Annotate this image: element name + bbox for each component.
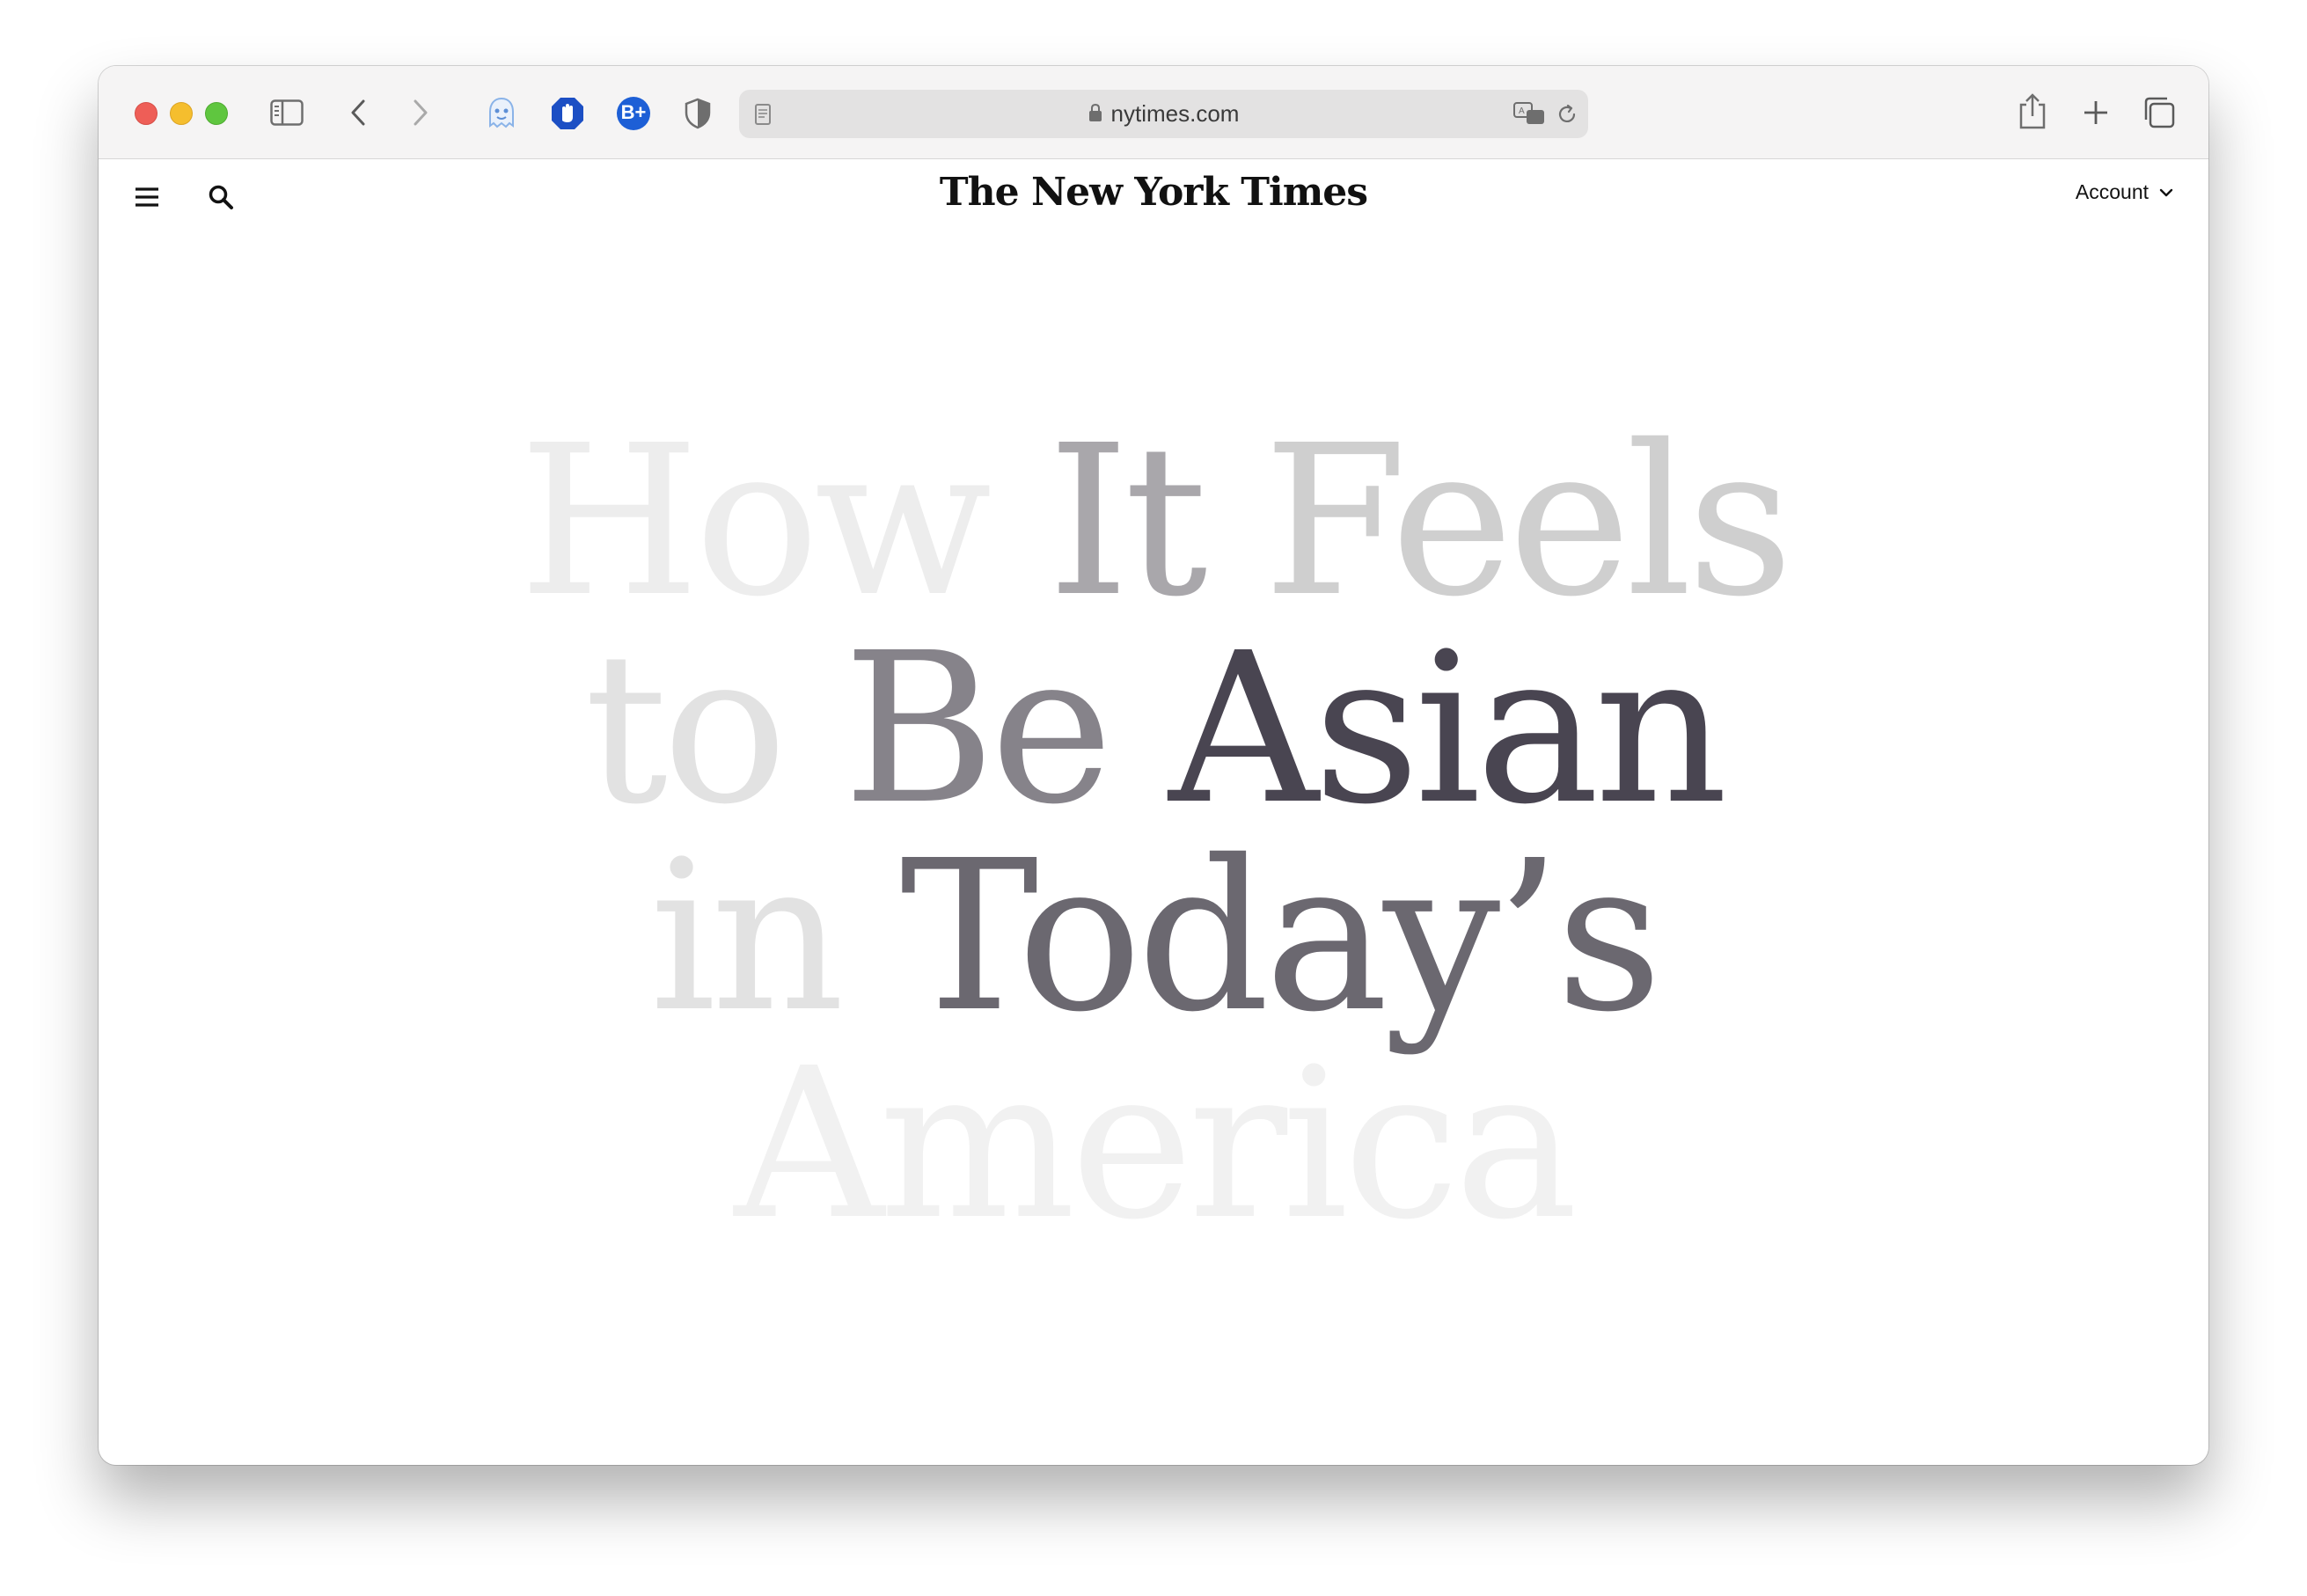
headline-word: Feels (1263, 400, 1794, 642)
headline-word: It (1047, 400, 1208, 642)
reload-icon[interactable] (1554, 101, 1580, 128)
account-menu[interactable]: Account (2076, 180, 2173, 204)
article-headline: How It Feels to Be Asian in Today’s Amer… (99, 418, 2208, 1248)
svg-text:A: A (1519, 106, 1525, 116)
bplus-label: B+ (620, 101, 647, 123)
new-tab-icon[interactable] (2081, 98, 2111, 128)
browser-window: B+ nytimes.com A The New York Times Acco… (99, 66, 2208, 1465)
masthead-logo[interactable]: The New York Times (99, 170, 2208, 215)
adblock-hand-icon[interactable] (549, 95, 586, 132)
translate-icon[interactable]: A (1512, 100, 1547, 127)
headline-line-4: America (99, 1041, 2208, 1248)
ghostery-icon[interactable] (484, 95, 519, 132)
headline-line-2: to Be Asian (99, 626, 2208, 833)
minimize-window-button[interactable] (170, 102, 193, 125)
browser-toolbar: B+ nytimes.com A (99, 66, 2208, 159)
account-label: Account (2075, 180, 2149, 203)
headline-word: Today’s (900, 816, 1662, 1058)
headline-word: to (584, 608, 787, 850)
close-window-button[interactable] (135, 102, 157, 125)
headline-line-1: How It Feels (99, 418, 2208, 626)
headline-word: Be (843, 608, 1113, 850)
lock-icon (1088, 101, 1102, 128)
forward-icon[interactable] (407, 98, 434, 128)
site-header: The New York Times Account (99, 159, 2208, 238)
back-icon[interactable] (345, 98, 371, 128)
chevron-down-icon (2159, 188, 2173, 196)
sidebar-toggle-icon[interactable] (269, 99, 304, 127)
headline-word: How (518, 400, 992, 642)
shield-icon[interactable] (683, 96, 713, 131)
address-url: nytimes.com (1110, 100, 1240, 127)
headline-word: in (649, 816, 845, 1058)
share-icon[interactable] (2017, 91, 2048, 131)
address-bar[interactable]: nytimes.com A (739, 90, 1588, 138)
bplus-icon[interactable]: B+ (615, 95, 652, 132)
headline-word: America (734, 1023, 1578, 1265)
maximize-window-button[interactable] (205, 102, 228, 125)
tab-overview-icon[interactable] (2142, 95, 2177, 130)
headline-line-3: in Today’s (99, 833, 2208, 1041)
headline-word: Asian (1168, 608, 1728, 850)
